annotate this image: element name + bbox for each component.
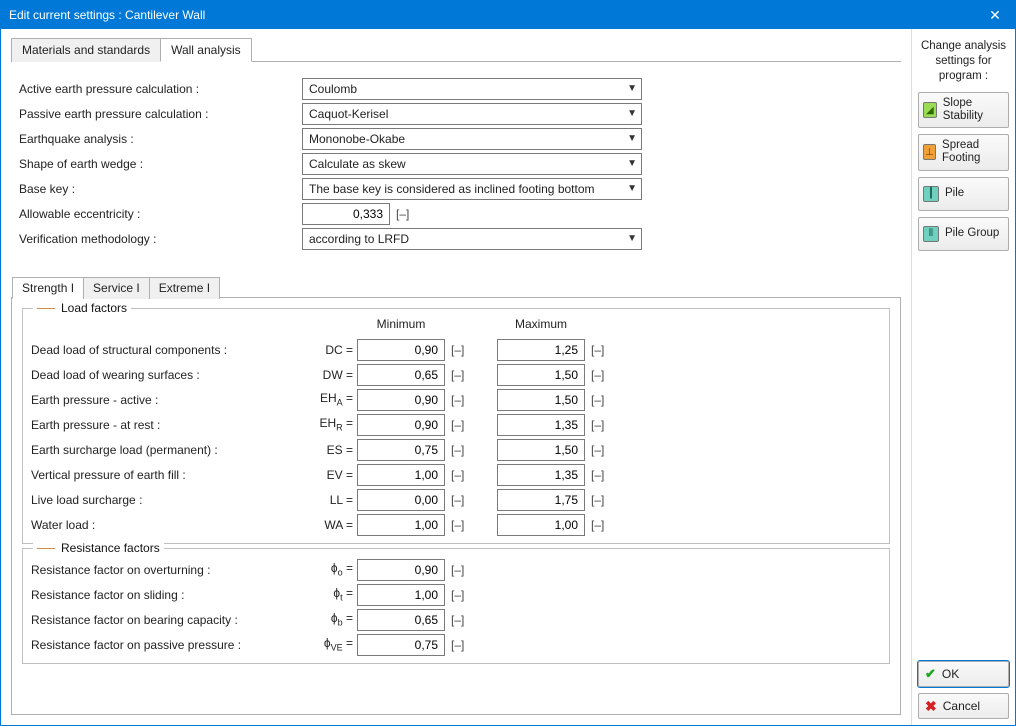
tab-strength-i[interactable]: Strength I bbox=[12, 277, 84, 299]
label-earthquake: Earthquake analysis : bbox=[19, 132, 302, 146]
input-es-min[interactable] bbox=[357, 439, 445, 461]
input-ev-min[interactable] bbox=[357, 464, 445, 486]
row-ev: Vertical pressure of earth fill : EV = [… bbox=[31, 462, 881, 487]
input-wa-min[interactable] bbox=[357, 514, 445, 536]
chevron-down-icon: ▼ bbox=[627, 83, 637, 94]
select-shape-wedge[interactable]: Calculate as skew▼ bbox=[302, 153, 642, 175]
header-minimum: Minimum bbox=[331, 317, 471, 337]
select-base-key[interactable]: The base key is considered as inclined f… bbox=[302, 178, 642, 200]
label-active-ep: Active earth pressure calculation : bbox=[19, 82, 302, 96]
fieldset-load-factors: Load factors Minimum Maximum Dead load o… bbox=[22, 308, 890, 544]
chevron-down-icon: ▼ bbox=[627, 158, 637, 169]
row-phi-o: Resistance factor on overturning : ϕo = … bbox=[31, 557, 881, 582]
chevron-down-icon: ▼ bbox=[627, 233, 637, 244]
input-ehr-min[interactable] bbox=[357, 414, 445, 436]
legend-resistance: Resistance factors bbox=[33, 541, 164, 555]
label-eccentricity: Allowable eccentricity : bbox=[19, 207, 302, 221]
title-bar: Edit current settings : Cantilever Wall … bbox=[1, 1, 1015, 29]
input-dc-min[interactable] bbox=[357, 339, 445, 361]
input-eha-min[interactable] bbox=[357, 389, 445, 411]
spread-footing-icon: ⊥ bbox=[923, 144, 936, 160]
sub-tabstrip: Strength I Service I Extreme I bbox=[12, 276, 900, 298]
input-ev-max[interactable] bbox=[497, 464, 585, 486]
input-dw-max[interactable] bbox=[497, 364, 585, 386]
tab-materials[interactable]: Materials and standards bbox=[11, 38, 161, 62]
pile-icon: ┃ bbox=[923, 186, 939, 202]
row-wa: Water load : WA = [–] [–] bbox=[31, 512, 881, 537]
chevron-down-icon: ▼ bbox=[627, 133, 637, 144]
window-title: Edit current settings : Cantilever Wall bbox=[9, 8, 205, 22]
program-pile[interactable]: ┃ Pile bbox=[918, 177, 1009, 211]
close-button[interactable]: ✕ bbox=[975, 1, 1015, 29]
row-phi-ve: Resistance factor on passive pressure : … bbox=[31, 632, 881, 657]
fieldset-resistance-factors: Resistance factors Resistance factor on … bbox=[22, 548, 890, 664]
row-phi-t: Resistance factor on sliding : ϕt = [–] bbox=[31, 582, 881, 607]
x-icon: ✖ bbox=[925, 698, 937, 715]
input-phi-ve[interactable] bbox=[357, 634, 445, 656]
input-dc-max[interactable] bbox=[497, 339, 585, 361]
sidebar-heading: Change analysis settings for program : bbox=[918, 39, 1009, 84]
row-ehr: Earth pressure - at rest : EHR = [–] [–] bbox=[31, 412, 881, 437]
input-phi-b[interactable] bbox=[357, 609, 445, 631]
main-tabstrip: Materials and standards Wall analysis bbox=[11, 37, 901, 62]
input-ll-max[interactable] bbox=[497, 489, 585, 511]
select-passive-ep[interactable]: Caquot-Kerisel▼ bbox=[302, 103, 642, 125]
input-ehr-max[interactable] bbox=[497, 414, 585, 436]
tab-wall-analysis[interactable]: Wall analysis bbox=[160, 38, 252, 62]
row-ll: Live load surcharge : LL = [–] [–] bbox=[31, 487, 881, 512]
select-active-ep[interactable]: Coulomb▼ bbox=[302, 78, 642, 100]
input-phi-t[interactable] bbox=[357, 584, 445, 606]
tab-extreme-i[interactable]: Extreme I bbox=[149, 277, 220, 299]
program-spread-footing[interactable]: ⊥ Spread Footing bbox=[918, 134, 1009, 170]
row-phi-b: Resistance factor on bearing capacity : … bbox=[31, 607, 881, 632]
input-eccentricity[interactable] bbox=[302, 203, 390, 225]
check-icon: ✔ bbox=[925, 666, 936, 682]
select-earthquake[interactable]: Mononobe-Okabe▼ bbox=[302, 128, 642, 150]
row-es: Earth surcharge load (permanent) : ES = … bbox=[31, 437, 881, 462]
select-verification[interactable]: according to LRFD▼ bbox=[302, 228, 642, 250]
ok-button[interactable]: ✔ OK bbox=[918, 661, 1009, 687]
legend-load-factors: Load factors bbox=[33, 301, 131, 315]
input-wa-max[interactable] bbox=[497, 514, 585, 536]
input-phi-o[interactable] bbox=[357, 559, 445, 581]
input-eha-max[interactable] bbox=[497, 389, 585, 411]
tab-service-i[interactable]: Service I bbox=[83, 277, 150, 299]
row-dw: Dead load of wearing surfaces : DW = [–]… bbox=[31, 362, 881, 387]
chevron-down-icon: ▼ bbox=[627, 108, 637, 119]
header-maximum: Maximum bbox=[471, 317, 611, 337]
program-pile-group[interactable]: ⦀ Pile Group bbox=[918, 217, 1009, 251]
cancel-button[interactable]: ✖ Cancel bbox=[918, 693, 1009, 719]
unit-ecc: [–] bbox=[396, 207, 414, 221]
chevron-down-icon: ▼ bbox=[627, 183, 637, 194]
row-dc: Dead load of structural components : DC … bbox=[31, 337, 881, 362]
dialog-window: Edit current settings : Cantilever Wall … bbox=[0, 0, 1016, 726]
label-shape-wedge: Shape of earth wedge : bbox=[19, 157, 302, 171]
pile-group-icon: ⦀ bbox=[923, 226, 939, 242]
slope-icon: ◢ bbox=[923, 102, 937, 118]
program-slope-stability[interactable]: ◢ Slope Stability bbox=[918, 92, 1009, 128]
label-passive-ep: Passive earth pressure calculation : bbox=[19, 107, 302, 121]
label-verification: Verification methodology : bbox=[19, 232, 302, 246]
label-base-key: Base key : bbox=[19, 182, 302, 196]
input-dw-min[interactable] bbox=[357, 364, 445, 386]
sidebar: Change analysis settings for program : ◢… bbox=[911, 29, 1015, 725]
input-ll-min[interactable] bbox=[357, 489, 445, 511]
input-es-max[interactable] bbox=[497, 439, 585, 461]
row-eha: Earth pressure - active : EHA = [–] [–] bbox=[31, 387, 881, 412]
